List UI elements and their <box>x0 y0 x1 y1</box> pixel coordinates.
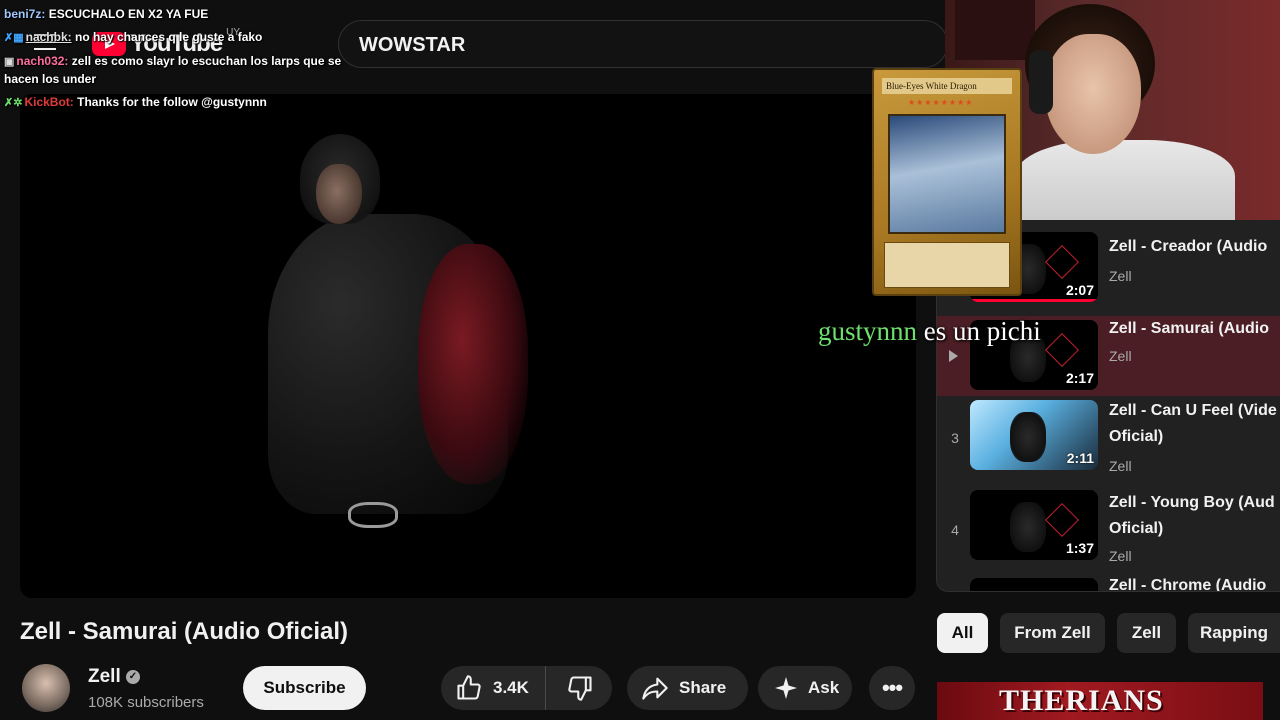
chip-rapping[interactable]: Rapping <box>1188 613 1280 653</box>
like-count: 3.4K <box>493 678 529 697</box>
playlist-index: 3 <box>951 430 959 446</box>
playlist-item-channel: Zell <box>1109 348 1132 364</box>
trading-card-overlay: Blue-Eyes White Dragon ★★★★★★★★ <box>872 68 1022 296</box>
video-frame-artist <box>268 134 528 554</box>
subscribe-button[interactable]: Subscribe <box>243 666 366 710</box>
thumbnail-figure <box>1010 412 1046 462</box>
playlist-item-title[interactable]: Zell - Chrome (Audio <box>1109 578 1280 591</box>
chat-text: Thanks for the follow @gustynnn <box>77 95 267 109</box>
video-player[interactable] <box>20 94 916 598</box>
playlist-item-title[interactable]: Zell - Can U Feel (Vide Oficial) <box>1109 398 1280 450</box>
card-name: Blue-Eyes White Dragon <box>882 78 1012 94</box>
subscriber-count: 108K subscribers <box>88 694 204 711</box>
wall-poster <box>955 0 1035 60</box>
share-arrow-icon <box>642 677 668 700</box>
card-text-box <box>884 242 1010 288</box>
subscriber-badge-icon: ▣ <box>4 56 15 68</box>
chat-username: KickBot: <box>24 95 74 109</box>
playlist-item-title[interactable]: Zell - Young Boy (Aud Oficial) <box>1109 490 1280 542</box>
dislike-button[interactable] <box>546 666 612 710</box>
playlist-index: 4 <box>951 522 959 538</box>
watch-progress-bar <box>970 299 1098 302</box>
search-input[interactable] <box>359 31 759 59</box>
thumbs-up-icon <box>457 675 481 700</box>
like-dislike-group: 3.4K <box>441 666 612 710</box>
moderator-badge-icon: ✗▦ <box>4 32 24 44</box>
video-duration: 2:07 <box>1065 282 1094 298</box>
verified-icon: ✓ <box>126 670 140 684</box>
thumbs-down-icon <box>568 676 592 701</box>
artist-face <box>316 164 362 224</box>
chip-all[interactable]: All <box>937 613 988 653</box>
playlist-item-channel: Zell <box>1109 458 1132 474</box>
artist-jacket-highlight <box>418 244 528 484</box>
chip-from-zell[interactable]: From Zell <box>1000 613 1105 653</box>
playlist-thumbnail[interactable]: 2:11 <box>970 400 1098 470</box>
playlist-thumbnail[interactable]: 1:37 <box>970 490 1098 560</box>
alert-username: gustynnn <box>818 316 918 346</box>
alert-text: es un pichi <box>923 316 1041 346</box>
chat-username: nachbk: <box>25 30 72 44</box>
video-duration: 1:37 <box>1065 540 1094 556</box>
video-title: Zell - Samurai (Audio Oficial) <box>20 618 349 645</box>
banner-text: THERIANS <box>999 684 1164 717</box>
playlist-item[interactable]: 3 2:11 Zell - Can U Feel (Vide Oficial) … <box>937 398 1280 478</box>
video-duration: 2:17 <box>1065 370 1094 386</box>
thumbnail-star-icon <box>1045 503 1079 537</box>
headphones-icon <box>1029 50 1053 114</box>
chat-text: no hay chances q le guste a fako <box>74 30 263 44</box>
ask-label: Ask <box>808 678 840 697</box>
share-label: Share <box>679 678 727 697</box>
thumbnail-star-icon <box>1045 245 1079 279</box>
chip-zell[interactable]: Zell <box>1117 613 1176 653</box>
card-stars: ★★★★★★★★ <box>908 98 974 107</box>
chat-username: nach032: <box>16 54 69 68</box>
stream-alert-overlay: gustynnn es un pichi <box>818 316 1041 347</box>
video-duration: 2:11 <box>1066 450 1094 466</box>
chat-message: ▣ nach032: zell es como slayr lo escuchan… <box>4 53 354 88</box>
thumbnail-figure <box>1010 502 1046 552</box>
streamer-shirt <box>1015 140 1235 220</box>
playlist-item[interactable]: 4 1:37 Zell - Young Boy (Aud Oficial) Ze… <box>937 490 1280 570</box>
like-button[interactable]: 3.4K <box>441 666 546 710</box>
playlist-item-channel: Zell <box>1109 268 1132 284</box>
playlist-item-title[interactable]: Zell - Samurai (Audio <box>1109 316 1280 342</box>
more-dots-icon: ••• <box>881 675 903 700</box>
chat-message: ✗✲ KickBot: Thanks for the follow @gustyn… <box>4 94 354 112</box>
streamer-face <box>1045 34 1141 154</box>
card-artwork <box>888 114 1006 234</box>
artist-belt-buckle <box>348 502 398 528</box>
ask-button[interactable]: Ask <box>758 666 852 710</box>
channel-avatar[interactable] <box>22 664 70 712</box>
stream-chat-overlay: beni7z: ESCUCHALO EN X2 YA FUE ✗▦ nachbk:… <box>4 6 354 118</box>
chat-message: beni7z: ESCUCHALO EN X2 YA FUE <box>4 6 354 23</box>
youtube-watch-page: YouTube UY beni7z: ESCUCHALO EN X2 YA FU… <box>0 0 1280 720</box>
chat-text: ESCUCHALO EN X2 YA FUE <box>48 7 209 21</box>
playlist-item[interactable]: Zell - Chrome (Audio <box>937 578 1280 591</box>
bot-badge-icon: ✗✲ <box>4 97 23 109</box>
playlist-item-channel: Zell <box>1109 548 1132 564</box>
more-actions-button[interactable]: ••• <box>869 666 915 710</box>
channel-name[interactable]: Zell <box>88 666 121 688</box>
share-button[interactable]: Share <box>627 666 748 710</box>
now-playing-icon <box>949 350 958 362</box>
playlist-thumbnail[interactable] <box>970 578 1098 591</box>
sparkle-icon <box>775 677 797 699</box>
chat-username: beni7z: <box>4 7 46 21</box>
search-box[interactable] <box>338 20 948 68</box>
thumbnail-star-icon <box>1045 333 1079 367</box>
playlist-item-title[interactable]: Zell - Creador (Audio <box>1109 234 1280 260</box>
chat-message: ✗▦ nachbk: no hay chances q le guste a fa… <box>4 29 354 47</box>
recommended-video-thumbnail[interactable]: THERIANS <box>937 682 1263 720</box>
